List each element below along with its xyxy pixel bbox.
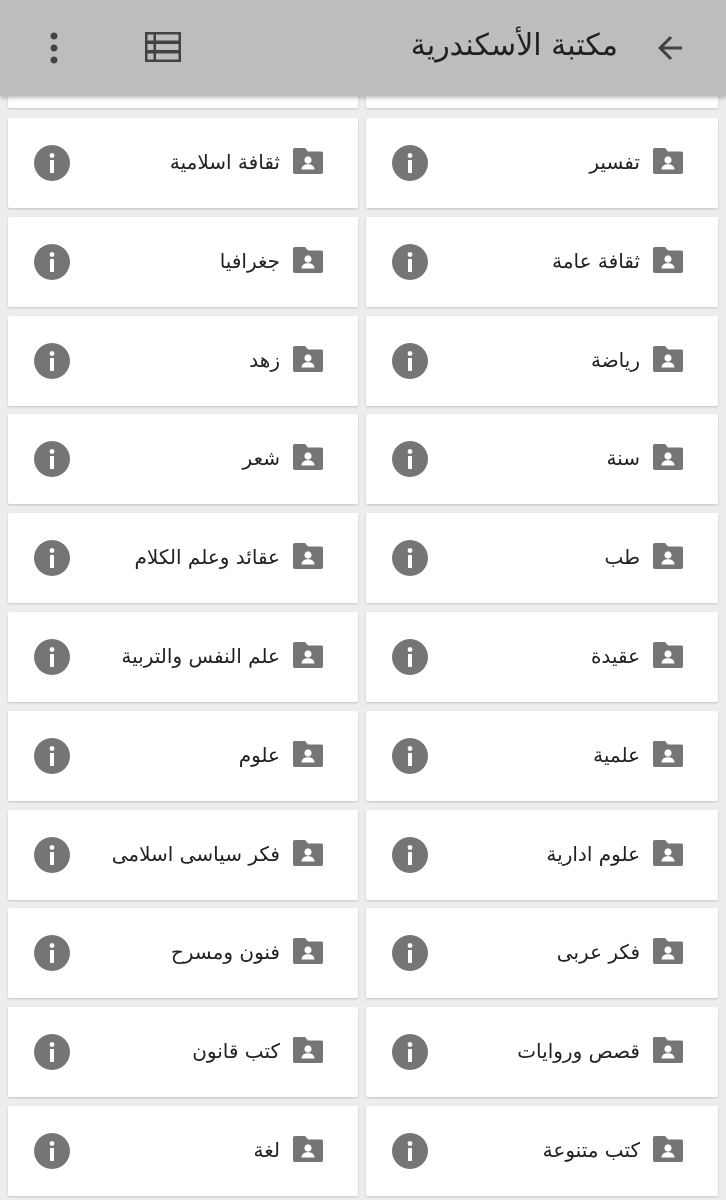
shared-folder-icon xyxy=(292,740,324,768)
folder-card[interactable]: علم النفس والتربية xyxy=(8,612,358,702)
folder-card[interactable]: جغرافيا xyxy=(8,217,358,307)
folder-card[interactable]: كتب متنوعة xyxy=(366,1106,718,1196)
shared-folder-icon xyxy=(292,839,324,867)
shared-folder-icon xyxy=(652,542,684,570)
info-icon[interactable] xyxy=(34,837,70,873)
folder-name: عقيدة xyxy=(590,644,640,668)
folder-name: شعر xyxy=(242,446,280,470)
folder-name: تفسير xyxy=(589,150,640,174)
folder-card[interactable]: تفسير xyxy=(366,118,718,208)
shared-folder-icon xyxy=(652,740,684,768)
folder-name: ثقافة عامة xyxy=(552,249,640,273)
shared-folder-icon xyxy=(652,147,684,175)
shared-folder-icon xyxy=(292,937,324,965)
folder-card[interactable]: رياضة xyxy=(366,316,718,406)
app-title: مكتبة الأسكندرية xyxy=(410,28,618,63)
folder-name: كتب قانون xyxy=(192,1039,280,1063)
folder-name: لغة xyxy=(253,1138,280,1162)
arrow-back-icon xyxy=(658,36,682,60)
folder-card[interactable]: فنون ومسرح xyxy=(8,908,358,998)
shared-folder-icon xyxy=(652,937,684,965)
folder-card[interactable]: علمية xyxy=(366,711,718,801)
shared-folder-icon xyxy=(292,246,324,274)
app-bar: مكتبة الأسكندرية xyxy=(0,0,726,96)
folder-name: جغرافيا xyxy=(219,249,280,273)
folder-card[interactable]: علوم xyxy=(8,711,358,801)
info-icon[interactable] xyxy=(392,935,428,971)
folder-name: علمية xyxy=(593,743,640,767)
shared-folder-icon xyxy=(292,443,324,471)
shared-folder-icon xyxy=(292,1036,324,1064)
shared-folder-icon xyxy=(292,147,324,175)
folder-card[interactable]: عقائد وعلم الكلام xyxy=(8,513,358,603)
info-icon[interactable] xyxy=(392,1133,428,1169)
info-icon[interactable] xyxy=(392,837,428,873)
folder-card[interactable]: طب xyxy=(366,513,718,603)
folder-card[interactable]: فكر عربى xyxy=(366,908,718,998)
folder-card[interactable]: لغة xyxy=(8,1106,358,1196)
folder-name: كتب متنوعة xyxy=(542,1138,640,1162)
info-icon[interactable] xyxy=(34,244,70,280)
folder-name: رياضة xyxy=(590,348,640,372)
folder-name: علم النفس والتربية xyxy=(121,644,280,668)
info-icon[interactable] xyxy=(392,738,428,774)
info-icon[interactable] xyxy=(34,145,70,181)
view-list-button[interactable] xyxy=(144,30,182,64)
shared-folder-icon xyxy=(292,641,324,669)
folder-name: سنة xyxy=(606,446,640,470)
folder-card[interactable]: زهد xyxy=(8,316,358,406)
more-vertical-icon xyxy=(50,32,58,64)
view-list-icon xyxy=(145,32,181,62)
shared-folder-icon xyxy=(652,246,684,274)
shared-folder-icon xyxy=(652,345,684,373)
folder-card[interactable]: سنة xyxy=(366,414,718,504)
shared-folder-icon xyxy=(652,839,684,867)
folder-name: فنون ومسرح xyxy=(170,940,280,964)
folder-name: طب xyxy=(604,545,640,569)
shared-folder-icon xyxy=(292,1135,324,1163)
folder-card[interactable]: كتب قانون xyxy=(8,1007,358,1097)
folder-name: فكر عربى xyxy=(556,940,640,964)
folder-card[interactable]: ثقافة عامة xyxy=(366,217,718,307)
shared-folder-icon xyxy=(292,345,324,373)
info-icon[interactable] xyxy=(34,1133,70,1169)
info-icon[interactable] xyxy=(392,639,428,675)
info-icon[interactable] xyxy=(34,343,70,379)
info-icon[interactable] xyxy=(34,540,70,576)
folder-name: عقائد وعلم الكلام xyxy=(134,545,280,569)
info-icon[interactable] xyxy=(392,343,428,379)
folder-name: ثقافة اسلامية xyxy=(169,150,280,174)
info-icon[interactable] xyxy=(34,738,70,774)
folder-card[interactable]: فكر سياسى اسلامى xyxy=(8,810,358,900)
info-icon[interactable] xyxy=(34,441,70,477)
folder-name: زهد xyxy=(249,348,280,372)
info-icon[interactable] xyxy=(392,540,428,576)
info-icon[interactable] xyxy=(392,441,428,477)
info-icon[interactable] xyxy=(34,639,70,675)
folder-name: فكر سياسى اسلامى xyxy=(111,842,280,866)
info-icon[interactable] xyxy=(392,145,428,181)
folder-name: قصص وروايات xyxy=(517,1039,640,1063)
info-icon[interactable] xyxy=(392,244,428,280)
info-icon[interactable] xyxy=(34,1034,70,1070)
folder-card[interactable]: عقيدة xyxy=(366,612,718,702)
shared-folder-icon xyxy=(652,1036,684,1064)
shared-folder-icon xyxy=(652,443,684,471)
folder-card[interactable]: ثقافة اسلامية xyxy=(8,118,358,208)
shared-folder-icon xyxy=(652,1135,684,1163)
folder-grid: تفسير ثقافة اسلامية ثقافة عامة جغرافيا رياضة… xyxy=(0,0,726,1200)
folder-name: علوم xyxy=(238,743,280,767)
folder-card[interactable]: شعر xyxy=(8,414,358,504)
info-icon[interactable] xyxy=(34,935,70,971)
back-button[interactable] xyxy=(648,26,692,70)
shared-folder-icon xyxy=(652,641,684,669)
info-icon[interactable] xyxy=(392,1034,428,1070)
shared-folder-icon xyxy=(292,542,324,570)
more-options-button[interactable] xyxy=(34,26,74,70)
folder-card[interactable]: قصص وروايات xyxy=(366,1007,718,1097)
folder-card[interactable]: علوم ادارية xyxy=(366,810,718,900)
folder-name: علوم ادارية xyxy=(546,842,640,866)
